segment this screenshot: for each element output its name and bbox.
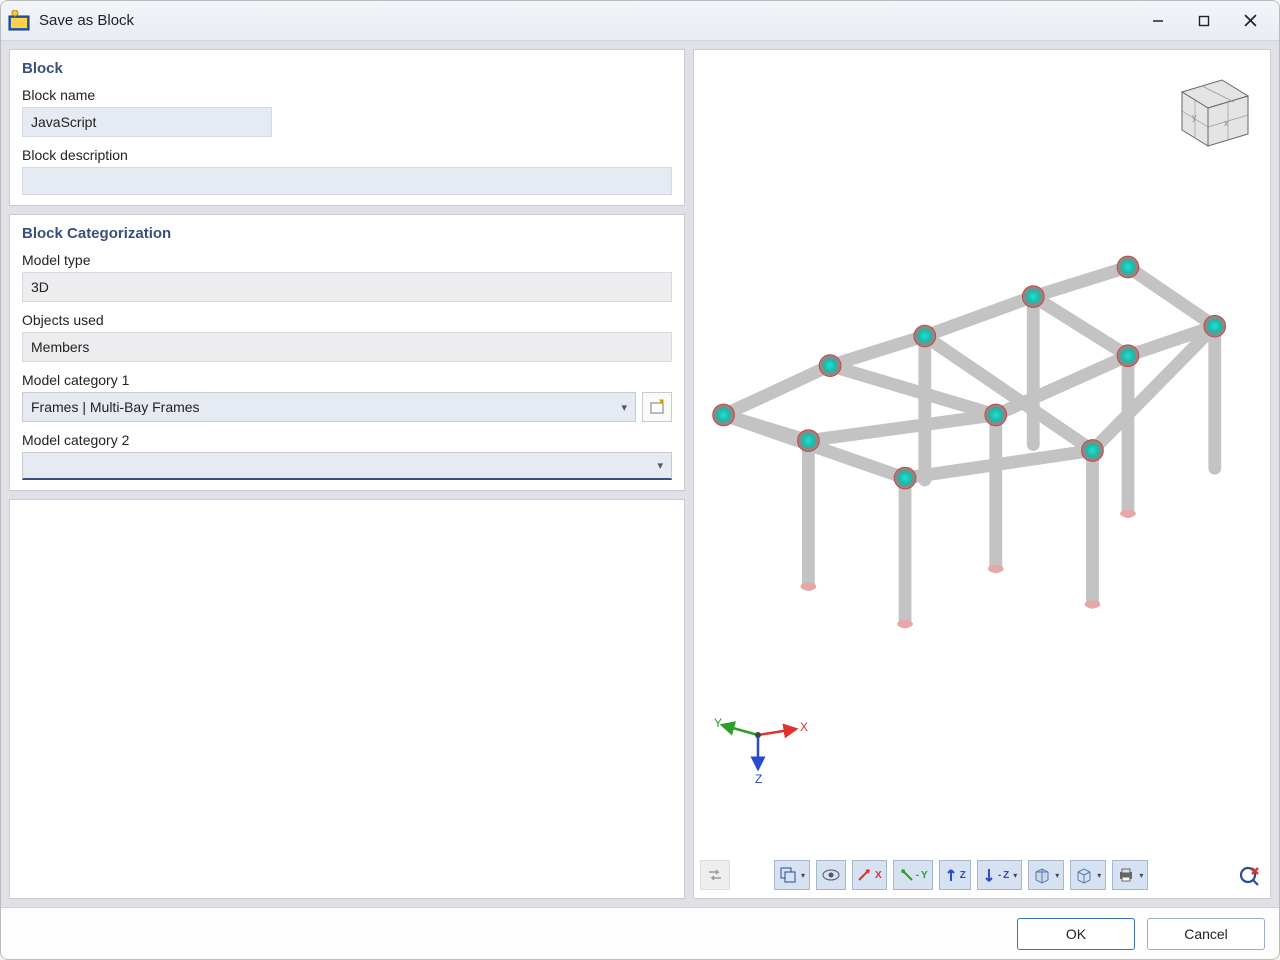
- minimize-button[interactable]: [1135, 1, 1181, 41]
- svg-text:x: x: [1224, 118, 1229, 128]
- block-name-field[interactable]: JavaScript: [22, 107, 272, 137]
- axis-z-label: Z: [755, 772, 762, 785]
- dialog-footer: OK Cancel: [1, 907, 1279, 959]
- left-column: Block Block name JavaScript Block descri…: [9, 49, 685, 899]
- model-category-2-select[interactable]: ▾: [22, 452, 672, 480]
- block-section: Block Block name JavaScript Block descri…: [9, 49, 685, 206]
- objects-used-label: Objects used: [22, 312, 672, 328]
- swap-view-button: [700, 860, 730, 890]
- view-down-z-button[interactable]: -Z ▾: [977, 860, 1022, 890]
- model-category-1-select[interactable]: Frames | Multi-Bay Frames ▾: [22, 392, 636, 422]
- categorization-title: Block Categorization: [22, 225, 672, 242]
- orientation-cube[interactable]: x y: [1162, 62, 1258, 161]
- model-type-label: Model type: [22, 252, 672, 268]
- visibility-button[interactable]: [816, 860, 846, 890]
- chevron-down-icon: ▾: [621, 401, 627, 414]
- view-plus-x-button[interactable]: X: [852, 860, 887, 890]
- window-title: Save as Block: [39, 12, 134, 29]
- right-column: x y: [693, 49, 1271, 899]
- model-category-2-label: Model category 2: [22, 432, 672, 448]
- app-icon: [7, 9, 31, 33]
- reset-view-button[interactable]: [1234, 860, 1264, 890]
- dialog-save-as-block: Save as Block Block Block name JavaScrip…: [0, 0, 1280, 960]
- model-type-field: 3D: [22, 272, 672, 302]
- projection-button[interactable]: ▾: [1028, 860, 1064, 890]
- block-desc-field[interactable]: [22, 167, 672, 195]
- categorization-section: Block Categorization Model type 3D Objec…: [9, 214, 685, 491]
- title-bar: Save as Block: [1, 1, 1279, 41]
- close-button[interactable]: [1227, 1, 1273, 41]
- axis-y-label: Y: [714, 716, 722, 730]
- snap-settings-button[interactable]: ▾: [774, 860, 810, 890]
- block-name-label: Block name: [22, 87, 672, 103]
- cancel-button[interactable]: Cancel: [1147, 918, 1265, 950]
- view-up-z-button[interactable]: Z: [939, 860, 971, 890]
- new-category-1-button[interactable]: [642, 392, 672, 422]
- maximize-button[interactable]: [1181, 1, 1227, 41]
- block-desc-label: Block description: [22, 147, 672, 163]
- model-preview[interactable]: x y: [693, 49, 1271, 899]
- block-section-title: Block: [22, 60, 672, 77]
- ok-button[interactable]: OK: [1017, 918, 1135, 950]
- svg-text:y: y: [1192, 112, 1197, 122]
- dialog-content: Block Block name JavaScript Block descri…: [1, 41, 1279, 907]
- preview-toolbar: ▾ X -Y Z: [700, 858, 1264, 892]
- axis-tripod: X Y Z: [708, 705, 808, 788]
- objects-used-field: Members: [22, 332, 672, 362]
- chevron-down-icon: ▾: [657, 459, 663, 472]
- axis-x-label: X: [800, 720, 808, 734]
- model-category-1-label: Model category 1: [22, 372, 672, 388]
- view-minus-y-button[interactable]: -Y: [893, 860, 933, 890]
- model-category-1-value: Frames | Multi-Bay Frames: [31, 399, 200, 415]
- empty-panel: [9, 499, 685, 899]
- render-mode-button[interactable]: ▾: [1070, 860, 1106, 890]
- print-button[interactable]: ▾: [1112, 860, 1148, 890]
